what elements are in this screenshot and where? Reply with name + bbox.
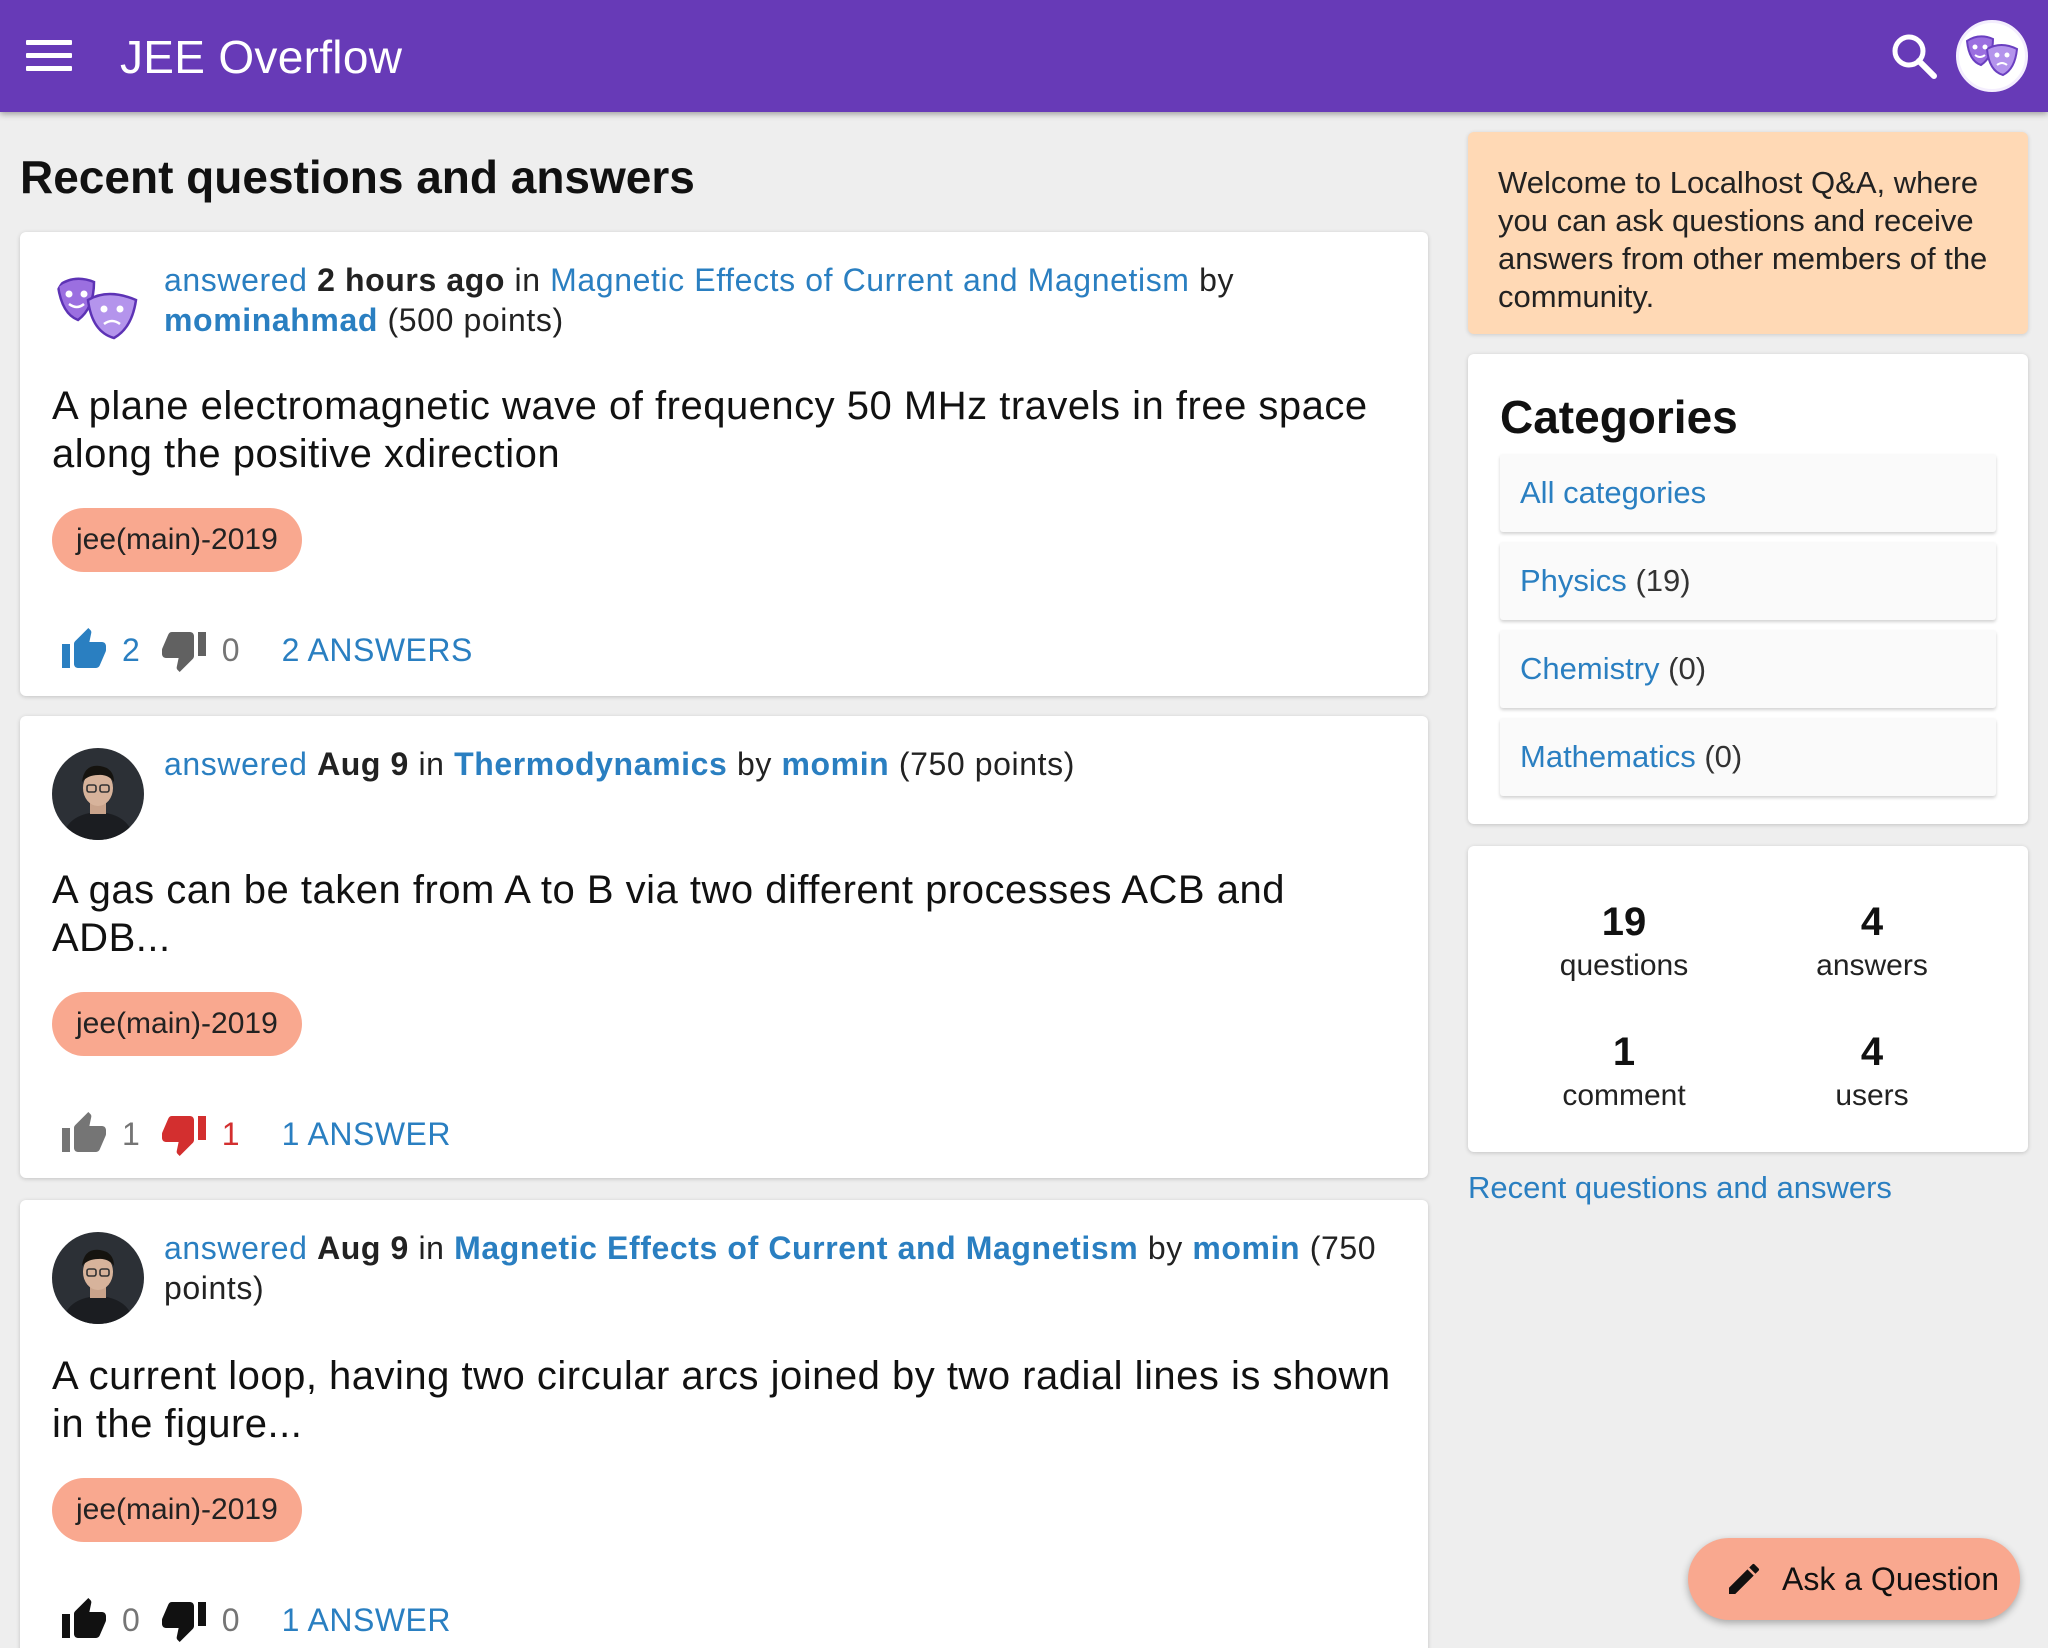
category-link[interactable]: Magnetic Effects of Current and Magnetis… [550, 262, 1189, 298]
answered-link[interactable]: answered [164, 746, 308, 782]
upvote-count: 1 [122, 1115, 140, 1152]
app-title[interactable]: JEE Overflow [120, 30, 402, 84]
thumbs-down-icon[interactable] [160, 626, 208, 674]
upvote-count: 0 [122, 1601, 140, 1638]
user-avatar[interactable] [52, 264, 144, 356]
by-text: by [736, 746, 772, 782]
stat-label: questions [1559, 949, 1689, 982]
downvote-count: 0 [221, 631, 240, 668]
answered-link[interactable]: answered [164, 1230, 308, 1266]
page-heading: Recent questions and answers [20, 151, 695, 203]
tag-chip[interactable]: jee(main)-2019 [52, 1478, 302, 1542]
stat-number: 4 [1860, 900, 1884, 944]
stat-label: comment [1562, 1079, 1686, 1112]
category-count: (19) [1635, 563, 1691, 598]
question-meta: answered 2 hours ago in Magnetic Effects… [164, 260, 1384, 340]
category-item-mathematics[interactable]: Mathematics (0) [1500, 718, 1996, 796]
vote-row: 0 0 1 ANSWER [60, 1596, 451, 1644]
user-avatar[interactable] [52, 1232, 144, 1324]
upvote-count: 2 [122, 631, 140, 668]
user-avatar[interactable] [1956, 20, 2028, 92]
answers-count-link[interactable]: 1 ANSWER [282, 1116, 451, 1153]
category-count: (0) [1668, 651, 1707, 686]
tag-chip[interactable]: jee(main)-2019 [52, 508, 302, 572]
welcome-message: Welcome to Localhost Q&A, where you can … [1468, 132, 2028, 334]
thumbs-up-icon[interactable] [60, 1596, 108, 1644]
user-link[interactable]: momin [781, 746, 889, 782]
theater-masks-icon [52, 264, 144, 356]
tag-chip[interactable]: jee(main)-2019 [52, 992, 302, 1056]
answers-count-link[interactable]: 1 ANSWER [282, 1602, 451, 1639]
in-text: in [418, 1230, 445, 1266]
timestamp: Aug 9 [317, 746, 409, 782]
recent-questions-link[interactable]: Recent questions and answers [1468, 1170, 1892, 1206]
hamburger-menu-icon[interactable] [24, 34, 74, 78]
theater-masks-icon [1965, 35, 2019, 77]
stat-number: 1 [1612, 1030, 1636, 1074]
in-text: in [418, 746, 445, 782]
thumbs-down-icon[interactable] [160, 1110, 208, 1158]
by-text: by [1199, 262, 1235, 298]
by-text: by [1147, 1230, 1183, 1266]
stat-answers: 4 answers [1752, 898, 1992, 986]
ask-question-label: Ask a Question [1782, 1560, 1999, 1597]
user-link[interactable]: momin [1192, 1230, 1300, 1266]
ask-question-button[interactable]: Ask a Question [1688, 1538, 2020, 1620]
answered-link[interactable]: answered [164, 262, 308, 298]
question-title[interactable]: A plane electromagnetic wave of frequenc… [52, 382, 1402, 478]
user-link[interactable]: mominahmad [164, 302, 378, 338]
app-bar: JEE Overflow [0, 0, 2048, 112]
stat-number: 4 [1860, 1030, 1884, 1074]
user-avatar[interactable] [52, 748, 144, 840]
question-card: answered Aug 9 in Thermodynamics by momi… [20, 716, 1428, 1178]
stat-label: users [1835, 1079, 1909, 1112]
thumbs-down-icon[interactable] [160, 1596, 208, 1644]
category-name: Physics [1520, 563, 1627, 598]
stat-questions: 19 questions [1504, 898, 1744, 986]
question-meta: answered Aug 9 in Thermodynamics by momi… [164, 744, 1384, 784]
search-icon[interactable] [1888, 30, 1940, 82]
user-photo [52, 1232, 144, 1324]
category-name: Mathematics [1520, 739, 1696, 774]
category-count: (0) [1704, 739, 1743, 774]
user-photo [52, 748, 144, 840]
answers-count-link[interactable]: 2 ANSWERS [282, 632, 473, 669]
categories-heading: Categories [1500, 391, 1738, 443]
category-link[interactable]: Thermodynamics [454, 746, 727, 782]
stats-panel: 19 questions 4 answers 1 comment 4 users [1468, 846, 2028, 1152]
stat-label: answers [1816, 949, 1928, 982]
downvote-count: 0 [221, 1601, 240, 1638]
category-name: All categories [1520, 475, 1707, 510]
question-title[interactable]: A gas can be taken from A to B via two d… [52, 866, 1402, 962]
timestamp: Aug 9 [317, 1230, 409, 1266]
stat-comments: 1 comment [1504, 1028, 1744, 1116]
question-title[interactable]: A current loop, having two circular arcs… [52, 1352, 1402, 1448]
downvote-count: 1 [221, 1115, 240, 1152]
category-item-physics[interactable]: Physics (19) [1500, 542, 1996, 620]
vote-row: 2 0 2 ANSWERS [60, 626, 473, 674]
question-card: answered 2 hours ago in Magnetic Effects… [20, 232, 1428, 696]
thumbs-up-icon[interactable] [60, 1110, 108, 1158]
category-link[interactable]: Magnetic Effects of Current and Magnetis… [454, 1230, 1138, 1266]
in-text: in [514, 262, 541, 298]
categories-panel: Categories All categories Physics (19) C… [1468, 354, 2028, 824]
vote-row: 1 1 1 ANSWER [60, 1110, 451, 1158]
category-name: Chemistry [1520, 651, 1660, 686]
thumbs-up-icon[interactable] [60, 626, 108, 674]
timestamp: 2 hours ago [317, 262, 506, 298]
user-points: (500 points) [387, 302, 564, 338]
category-item-all[interactable]: All categories [1500, 454, 1996, 532]
stat-number: 19 [1601, 900, 1647, 944]
category-item-chemistry[interactable]: Chemistry (0) [1500, 630, 1996, 708]
question-meta: answered Aug 9 in Magnetic Effects of Cu… [164, 1228, 1384, 1308]
pencil-icon [1729, 1563, 1760, 1594]
question-card: answered Aug 9 in Magnetic Effects of Cu… [20, 1200, 1428, 1648]
stat-users: 4 users [1752, 1028, 1992, 1116]
user-points: (750 points) [898, 746, 1076, 782]
